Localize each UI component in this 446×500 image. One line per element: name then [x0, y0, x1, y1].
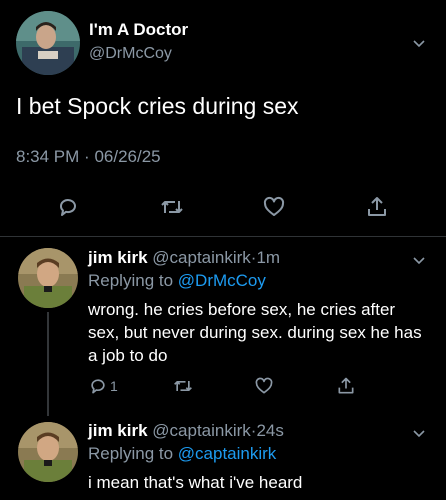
timestamp-separator: · [84, 147, 90, 166]
reply-age: 1m [256, 248, 281, 267]
divider [0, 236, 446, 237]
avatar[interactable] [18, 422, 78, 482]
like-button[interactable] [254, 376, 274, 396]
retweet-icon [159, 195, 185, 219]
reply-header: jim kirk @captainkirk·1m [88, 248, 280, 268]
reply-text: wrong. he cries before sex, he cries aft… [88, 300, 422, 365]
handle[interactable]: @captainkirk [152, 421, 251, 440]
reply-age: 24s [256, 421, 284, 440]
reply-icon [88, 376, 108, 396]
display-name[interactable]: jim kirk [88, 248, 148, 267]
handle[interactable]: @captainkirk [152, 248, 251, 267]
chevron-down-icon[interactable] [412, 427, 426, 441]
retweet-button[interactable] [159, 195, 185, 219]
thread-line [47, 312, 49, 416]
retweet-icon [172, 376, 194, 396]
heart-icon [262, 195, 286, 219]
tweet-timestamp: 8:34 PM · 06/26/25 [16, 147, 161, 167]
reply-text: i mean that's what i've heard [88, 473, 303, 492]
chevron-down-icon[interactable] [412, 254, 426, 268]
replying-to: Replying to @captainkirk [88, 444, 276, 464]
reply-button[interactable]: 1 [88, 376, 118, 396]
share-button[interactable] [365, 195, 389, 219]
tweet-text: I bet Spock cries during sex [16, 93, 299, 119]
reply-count: 1 [110, 378, 118, 394]
display-name[interactable]: jim kirk [88, 421, 148, 440]
reply-button[interactable] [56, 195, 80, 219]
tweet-time: 8:34 PM [16, 147, 80, 166]
avatar[interactable] [18, 248, 78, 308]
like-button[interactable] [262, 195, 286, 219]
replying-to-link[interactable]: @DrMcCoy [178, 271, 266, 290]
replying-to: Replying to @DrMcCoy [88, 271, 266, 291]
avatar[interactable] [16, 11, 80, 75]
display-name[interactable]: I'm A Doctor [89, 20, 188, 40]
replying-to-label: Replying to [88, 271, 174, 290]
share-icon [336, 376, 356, 396]
reply-header: jim kirk @captainkirk·24s [88, 421, 284, 441]
share-icon [365, 195, 389, 219]
retweet-button[interactable] [172, 376, 194, 396]
share-button[interactable] [336, 376, 356, 396]
heart-icon [254, 376, 274, 396]
handle[interactable]: @DrMcCoy [89, 44, 172, 64]
tweet-date: 06/26/25 [94, 147, 161, 166]
reply-icon [56, 195, 80, 219]
replying-to-link[interactable]: @captainkirk [178, 444, 277, 463]
replying-to-label: Replying to [88, 444, 174, 463]
chevron-down-icon[interactable] [412, 37, 426, 51]
